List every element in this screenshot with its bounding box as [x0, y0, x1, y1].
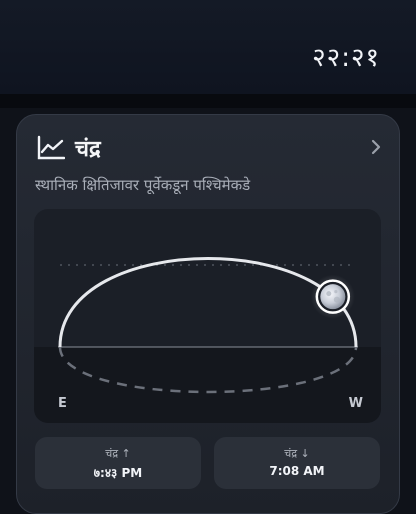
moon-card[interactable]: चंद्र स्थानिक क्षितिजावर पूर्वेकडून पश्च…: [16, 114, 400, 514]
moon-icon: [310, 274, 355, 319]
card-title: चंद्र: [75, 137, 101, 162]
card-header[interactable]: चंद्र: [37, 133, 383, 165]
card-subtitle: स्थानिक क्षितिजावर पूर्वेकडून पश्चिमेकडे: [35, 176, 251, 194]
clock-time: २२:२१: [312, 43, 380, 73]
moonrise-label: चंद्र ↑: [105, 447, 131, 460]
moon-path-svg: [58, 257, 358, 394]
chevron-right-icon[interactable]: [369, 137, 383, 157]
moonrise-time: ७:४३ PM: [93, 466, 143, 480]
moonset-label: चंद्र ↓: [284, 447, 310, 460]
status-bar: २२:२१: [0, 0, 416, 94]
moon-arc-above: [58, 257, 358, 348]
chart-line-icon: [37, 135, 65, 160]
moonset-box: चंद्र ↓ 7:08 AM: [214, 437, 380, 489]
direction-east-label: E: [58, 396, 67, 411]
moonset-time: 7:08 AM: [269, 464, 325, 478]
direction-west-label: W: [348, 396, 363, 411]
divider: [0, 94, 416, 108]
moon-arc-below: [58, 346, 358, 394]
moonrise-box: चंद्र ↑ ७:४३ PM: [35, 437, 201, 489]
moon-path-plot: E W: [34, 209, 381, 423]
